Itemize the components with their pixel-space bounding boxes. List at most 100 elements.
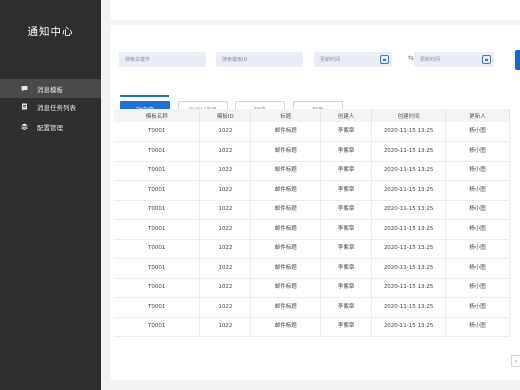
table-cell: T0001 <box>114 141 201 162</box>
table-row[interactable]: T0001 1022 邮件标题 李紫章 2020-11-15 13:25 杨小图 <box>114 219 510 240</box>
table-row[interactable]: T0001 1022 邮件标题 李紫章 2020-11-15 13:25 杨小图 <box>114 297 510 318</box>
table-cell: 李紫章 <box>320 239 373 259</box>
document-icon <box>21 103 28 110</box>
column-header: 标题 <box>250 109 322 122</box>
table-cell: 李紫章 <box>320 278 373 298</box>
table-cell: 李紫章 <box>320 317 373 337</box>
table-cell: 2020-11-15 13:25 <box>371 297 447 318</box>
chat-bubble-icon <box>21 85 28 92</box>
table-cell: 杨小图 <box>445 161 510 181</box>
table-cell: 李紫章 <box>320 141 373 162</box>
end-time-picker[interactable]: 更新时间 <box>414 52 494 67</box>
table-row[interactable]: T0001 1022 邮件标题 李紫章 2020-11-15 13:25 杨小图 <box>114 122 510 142</box>
table-cell: 杨小图 <box>445 122 510 142</box>
end-time-placeholder: 更新时间 <box>420 57 441 63</box>
column-header: 创建人 <box>320 109 373 122</box>
calendar-icon[interactable] <box>380 55 389 64</box>
table-cell: T0001 <box>114 317 201 337</box>
table-cell: T0001 <box>114 297 201 318</box>
table-row[interactable]: T0001 1022 邮件标题 李紫章 2020-11-15 13:25 杨小图 <box>114 278 510 298</box>
sidebar-item-label: 配置管理 <box>37 123 63 132</box>
table-cell: 邮件标题 <box>250 141 322 162</box>
search-button[interactable] <box>515 50 520 70</box>
table-cell: 1022 <box>199 219 252 240</box>
top-bar <box>111 0 520 20</box>
pagination-prev-button[interactable]: ‹ <box>511 355 520 367</box>
table-cell: 邮件标题 <box>250 219 322 240</box>
table-cell: 杨小图 <box>445 141 510 162</box>
table-cell: 邮件标题 <box>250 258 322 279</box>
table-cell: T0001 <box>114 219 201 240</box>
table-cell: 1022 <box>199 200 252 220</box>
sidebar-item-templates[interactable]: 消息模板 <box>0 79 101 98</box>
table-cell: 2020-11-15 13:25 <box>371 122 447 142</box>
table-cell: T0001 <box>114 122 201 142</box>
table-cell: 1022 <box>199 317 252 337</box>
table-cell: 杨小图 <box>445 317 510 337</box>
table-cell: 杨小图 <box>445 278 510 298</box>
table-cell: 2020-11-15 13:25 <box>371 141 447 162</box>
app-title: 通知中心 <box>27 26 74 38</box>
table-cell: 李紫章 <box>320 297 373 318</box>
table-cell: 2020-11-15 13:25 <box>371 278 447 298</box>
keyword-placeholder: 搜索关键字 <box>125 57 151 63</box>
table-cell: 杨小图 <box>445 180 510 201</box>
table-cell: 李紫章 <box>320 258 373 279</box>
sidebar-item-label: 消息任务列表 <box>37 103 76 112</box>
table-cell: 1022 <box>199 258 252 279</box>
table-cell: 2020-11-15 13:25 <box>371 219 447 240</box>
table-cell: 李紫章 <box>320 200 373 220</box>
table-cell: 李紫章 <box>320 161 373 181</box>
template-table: 模板名称 模板ID 标题 创建人 创建时间 更新人 T0001 1022 邮件标题 李紫章 202… <box>114 109 510 337</box>
table-cell: 邮件标题 <box>250 200 322 220</box>
sidebar-item-tasks[interactable]: 消息任务列表 <box>0 97 101 116</box>
template-id-placeholder: 搜索模板ID <box>222 57 248 63</box>
table-cell: 邮件标题 <box>250 297 322 318</box>
column-header: 更新人 <box>445 109 510 122</box>
table-cell: 1022 <box>199 141 252 162</box>
table-cell: 杨小图 <box>445 258 510 279</box>
table-row[interactable]: T0001 1022 邮件标题 李紫章 2020-11-15 13:25 杨小图 <box>114 141 510 162</box>
table-cell: 李紫章 <box>320 219 373 240</box>
table-row[interactable]: T0001 1022 邮件标题 李紫章 2020-11-15 13:25 杨小图 <box>114 317 510 337</box>
table-cell: T0001 <box>114 278 201 298</box>
table-cell: 邮件标题 <box>250 317 322 337</box>
table-cell: 杨小图 <box>445 219 510 240</box>
table-cell: 邮件标题 <box>250 161 322 181</box>
start-time-picker[interactable]: 更新时间 <box>314 52 392 67</box>
table-cell: 2020-11-15 13:25 <box>371 161 447 181</box>
table-cell: 1022 <box>199 122 252 142</box>
table-cell: 邮件标题 <box>250 239 322 259</box>
table-cell: 2020-11-15 13:25 <box>371 200 447 220</box>
table-cell: 1022 <box>199 278 252 298</box>
sidebar-item-label: 消息模板 <box>37 85 63 94</box>
swap-icon: ⇆ <box>408 54 414 62</box>
column-header: 模板ID <box>199 109 252 122</box>
table-cell: 2020-11-15 13:25 <box>371 239 447 259</box>
table-body: T0001 1022 邮件标题 李紫章 2020-11-15 13:25 杨小图 T0001… <box>114 122 510 337</box>
table-cell: T0001 <box>114 239 201 259</box>
table-cell: 1022 <box>199 239 252 259</box>
sidebar: 通知中心 消息模板 消息任务列表 配置管理 <box>0 0 101 390</box>
table-cell: 2020-11-15 13:25 <box>371 258 447 279</box>
column-header: 创建时间 <box>371 109 447 122</box>
table-header-row: 模板名称 模板ID 标题 创建人 创建时间 更新人 <box>114 109 510 122</box>
table-cell: 杨小图 <box>445 200 510 220</box>
table-cell: 1022 <box>199 297 252 318</box>
main-area: 搜索关键字 搜索模板ID 更新时间 ⇆ 更新时间 站内信 PUSH消息 短信 邮… <box>101 0 520 390</box>
keyword-search-input[interactable]: 搜索关键字 <box>119 52 206 67</box>
table-cell: 1022 <box>199 161 252 181</box>
table-cell: 2020-11-15 13:25 <box>371 317 447 337</box>
table-row[interactable]: T0001 1022 邮件标题 李紫章 2020-11-15 13:25 杨小图 <box>114 258 510 279</box>
table-cell: 杨小图 <box>445 297 510 318</box>
template-id-input[interactable]: 搜索模板ID <box>216 52 303 67</box>
table-row[interactable]: T0001 1022 邮件标题 李紫章 2020-11-15 13:25 杨小图 <box>114 239 510 259</box>
active-tab-indicator <box>120 95 169 97</box>
sidebar-item-config[interactable]: 配置管理 <box>0 117 101 136</box>
table-cell: T0001 <box>114 200 201 220</box>
table-cell: 邮件标题 <box>250 180 322 201</box>
table-row[interactable]: T0001 1022 邮件标题 李紫章 2020-11-15 13:25 杨小图 <box>114 161 510 181</box>
table-row[interactable]: T0001 1022 邮件标题 李紫章 2020-11-15 13:25 杨小图 <box>114 180 510 201</box>
table-row[interactable]: T0001 1022 邮件标题 李紫章 2020-11-15 13:25 杨小图 <box>114 200 510 220</box>
calendar-icon[interactable] <box>482 55 491 64</box>
